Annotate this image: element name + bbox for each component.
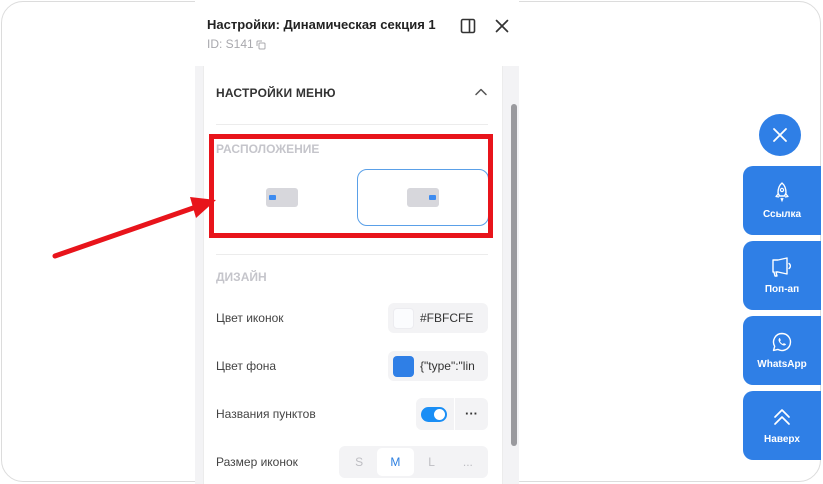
widget-popup-label: Поп-ап (764, 284, 800, 295)
double-chevron-up-icon (771, 406, 793, 428)
widget-popup-button[interactable]: Поп-ап (743, 241, 821, 310)
widget-link-button[interactable]: Ссылка (743, 166, 821, 235)
whatsapp-icon (771, 331, 793, 353)
widget-link-label: Ссылка (762, 209, 802, 220)
widget-close-button[interactable] (759, 114, 801, 156)
rocket-icon (771, 181, 793, 203)
widget-whatsapp-button[interactable]: WhatsApp (743, 316, 821, 385)
megaphone-icon (770, 256, 794, 278)
widget-scroll-top-label: Наверх (764, 434, 800, 445)
widget-scroll-top-button[interactable]: Наверх (743, 391, 821, 460)
close-icon (773, 128, 787, 142)
widget-whatsapp-label: WhatsApp (757, 359, 807, 370)
annotation-arrow (52, 197, 216, 259)
